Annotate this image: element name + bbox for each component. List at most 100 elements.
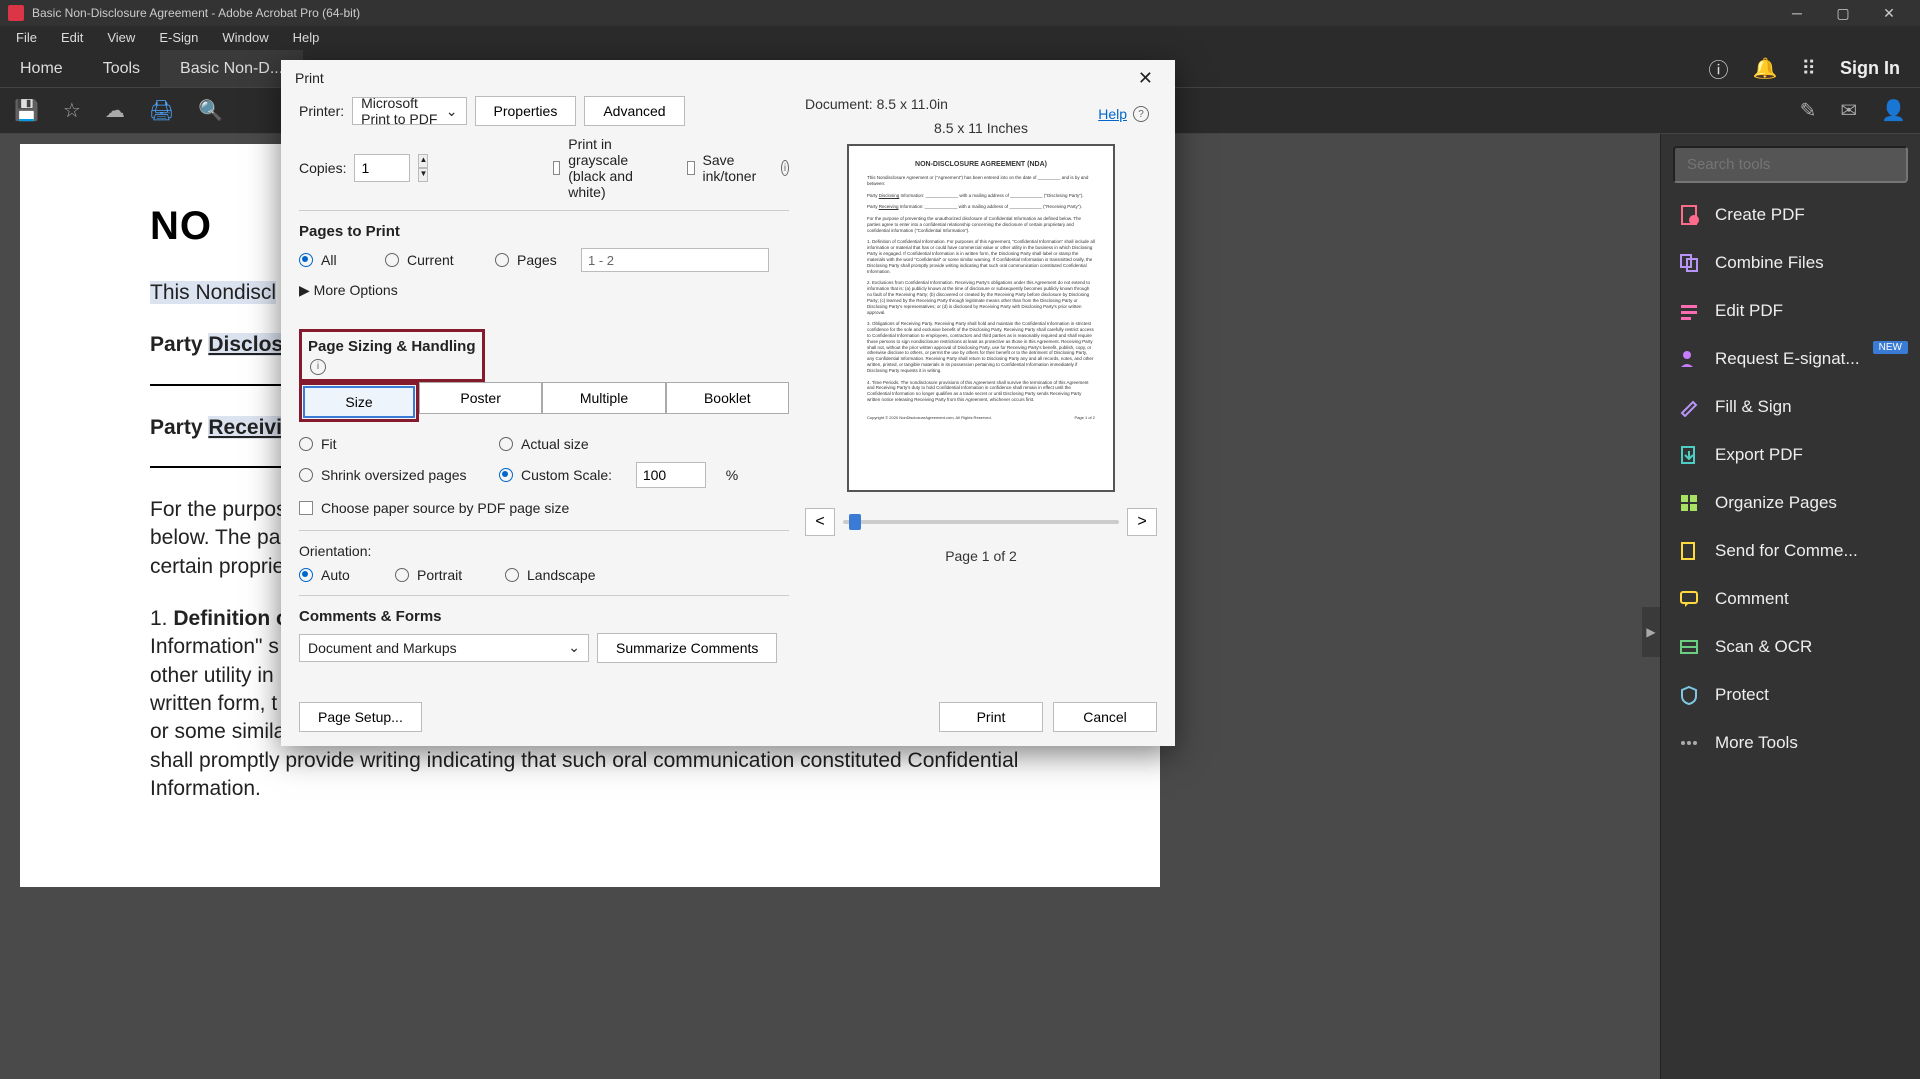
chevron-down-icon: ⌄ [446, 103, 458, 120]
summarize-comments-button[interactable]: Summarize Comments [597, 633, 777, 663]
preview-next-button[interactable]: > [1127, 508, 1157, 536]
sign-in-button[interactable]: Sign In [1840, 58, 1900, 79]
ink-info-icon[interactable]: i [781, 160, 789, 176]
signature-icon[interactable]: ✎ [1800, 98, 1817, 123]
esignature-icon [1679, 349, 1699, 369]
search-tools-input[interactable] [1673, 146, 1908, 183]
dialog-title: Print [295, 70, 324, 86]
cloud-upload-icon[interactable]: ☁ [105, 98, 125, 123]
menu-edit[interactable]: Edit [49, 26, 95, 50]
comments-dropdown[interactable]: Document and Markups⌄ [299, 634, 589, 662]
tool-more-tools[interactable]: More Tools [1661, 719, 1920, 767]
preview-prev-button[interactable]: < [805, 508, 835, 536]
choose-paper-checkbox[interactable] [299, 501, 313, 515]
radio-pages[interactable] [495, 253, 509, 267]
tab-tools[interactable]: Tools [83, 50, 160, 87]
save-icon[interactable]: 💾 [14, 98, 39, 123]
copies-label: Copies: [299, 160, 346, 176]
copies-spinner[interactable]: ▲▼ [418, 154, 428, 182]
radio-custom-scale[interactable] [499, 468, 513, 482]
tool-comment[interactable]: Comment [1661, 575, 1920, 623]
tool-combine-files[interactable]: Combine Files [1661, 239, 1920, 287]
radio-portrait[interactable] [395, 568, 409, 582]
menu-view[interactable]: View [95, 26, 147, 50]
printer-select[interactable]: Microsoft Print to PDF⌄ [352, 97, 466, 125]
menu-esign[interactable]: E-Sign [147, 26, 210, 50]
close-button[interactable]: ✕ [1866, 0, 1912, 26]
right-panel-handle[interactable]: ▶ [1642, 607, 1660, 657]
more-options-toggle[interactable]: ▶ More Options [299, 282, 789, 299]
dialog-close-button[interactable]: ✕ [1130, 64, 1161, 93]
radio-landscape[interactable] [505, 568, 519, 582]
pages-range-input[interactable] [581, 248, 769, 272]
tool-edit-pdf[interactable]: Edit PDF [1661, 287, 1920, 335]
app-icon [8, 5, 24, 21]
maximize-button[interactable]: ▢ [1820, 0, 1866, 26]
comment-icon [1679, 589, 1699, 609]
size-tab[interactable]: Size [303, 386, 415, 418]
page-setup-button[interactable]: Page Setup... [299, 702, 422, 732]
comments-forms-title: Comments & Forms [299, 608, 789, 625]
menu-window[interactable]: Window [210, 26, 280, 50]
minimize-button[interactable]: ─ [1774, 0, 1820, 26]
mail-icon[interactable]: ✉ [1840, 98, 1857, 123]
tool-fill-sign[interactable]: Fill & Sign [1661, 383, 1920, 431]
sizing-info-icon[interactable]: i [310, 359, 326, 375]
multiple-tab[interactable]: Multiple [542, 382, 665, 414]
document-dimensions: Document: 8.5 x 11.0in [805, 96, 948, 112]
window-title: Basic Non-Disclosure Agreement - Adobe A… [32, 6, 1774, 20]
help-icon[interactable]: ⓘ [1708, 54, 1728, 83]
more-tools-icon [1679, 733, 1699, 753]
cancel-button[interactable]: Cancel [1053, 702, 1157, 732]
radio-current[interactable] [385, 253, 399, 267]
booklet-tab[interactable]: Booklet [666, 382, 789, 414]
edit-pdf-icon [1679, 301, 1699, 321]
properties-button[interactable]: Properties [475, 96, 577, 126]
tool-protect[interactable]: Protect [1661, 671, 1920, 719]
scale-input[interactable] [636, 462, 706, 488]
menu-help[interactable]: Help [281, 26, 332, 50]
page-indicator: Page 1 of 2 [945, 548, 1017, 564]
preview-slider[interactable] [843, 520, 1119, 524]
print-icon[interactable]: 🖨 [149, 98, 174, 123]
help-link[interactable]: Help [1098, 106, 1127, 122]
radio-all[interactable] [299, 253, 313, 267]
combine-files-icon [1679, 253, 1699, 273]
menu-file[interactable]: File [4, 26, 49, 50]
send-comments-icon [1679, 541, 1699, 561]
tool-export-pdf[interactable]: Export PDF [1661, 431, 1920, 479]
create-pdf-icon [1679, 205, 1699, 225]
notifications-icon[interactable]: 🔔 [1752, 56, 1777, 81]
star-icon[interactable]: ☆ [63, 98, 81, 123]
print-button[interactable]: Print [939, 702, 1043, 732]
tool-create-pdf[interactable]: Create PDF [1661, 191, 1920, 239]
export-pdf-icon [1679, 445, 1699, 465]
tab-home[interactable]: Home [0, 50, 83, 87]
tool-send-comments[interactable]: Send for Comme... [1661, 527, 1920, 575]
radio-auto[interactable] [299, 568, 313, 582]
tool-request-esignature[interactable]: Request E-signat...NEW [1661, 335, 1920, 383]
radio-actual-size[interactable] [499, 437, 513, 451]
slider-thumb[interactable] [849, 514, 861, 530]
radio-fit[interactable] [299, 437, 313, 451]
shield-icon [1679, 685, 1699, 705]
avatar-icon[interactable]: 👤 [1881, 98, 1906, 123]
chevron-down-icon: ⌄ [568, 639, 580, 656]
save-ink-checkbox[interactable] [687, 161, 694, 175]
tools-panel: Create PDF Combine Files Edit PDF Reques… [1660, 134, 1920, 1079]
scan-icon [1679, 637, 1699, 657]
copies-input[interactable] [354, 154, 410, 182]
new-badge: NEW [1873, 341, 1908, 354]
radio-shrink[interactable] [299, 468, 313, 482]
tool-organize-pages[interactable]: Organize Pages [1661, 479, 1920, 527]
orientation-label: Orientation: [299, 543, 789, 559]
poster-tab[interactable]: Poster [419, 382, 542, 414]
paper-dimensions: 8.5 x 11 Inches [934, 120, 1028, 136]
tool-scan-ocr[interactable]: Scan & OCR [1661, 623, 1920, 671]
search-icon[interactable]: 🔍 [198, 98, 223, 123]
grayscale-label: Print in grayscale (black and white) [568, 136, 662, 200]
help-info-icon[interactable]: ? [1133, 106, 1149, 122]
advanced-button[interactable]: Advanced [584, 96, 684, 126]
grayscale-checkbox[interactable] [553, 161, 560, 175]
apps-grid-icon[interactable]: ⠿ [1801, 56, 1816, 81]
